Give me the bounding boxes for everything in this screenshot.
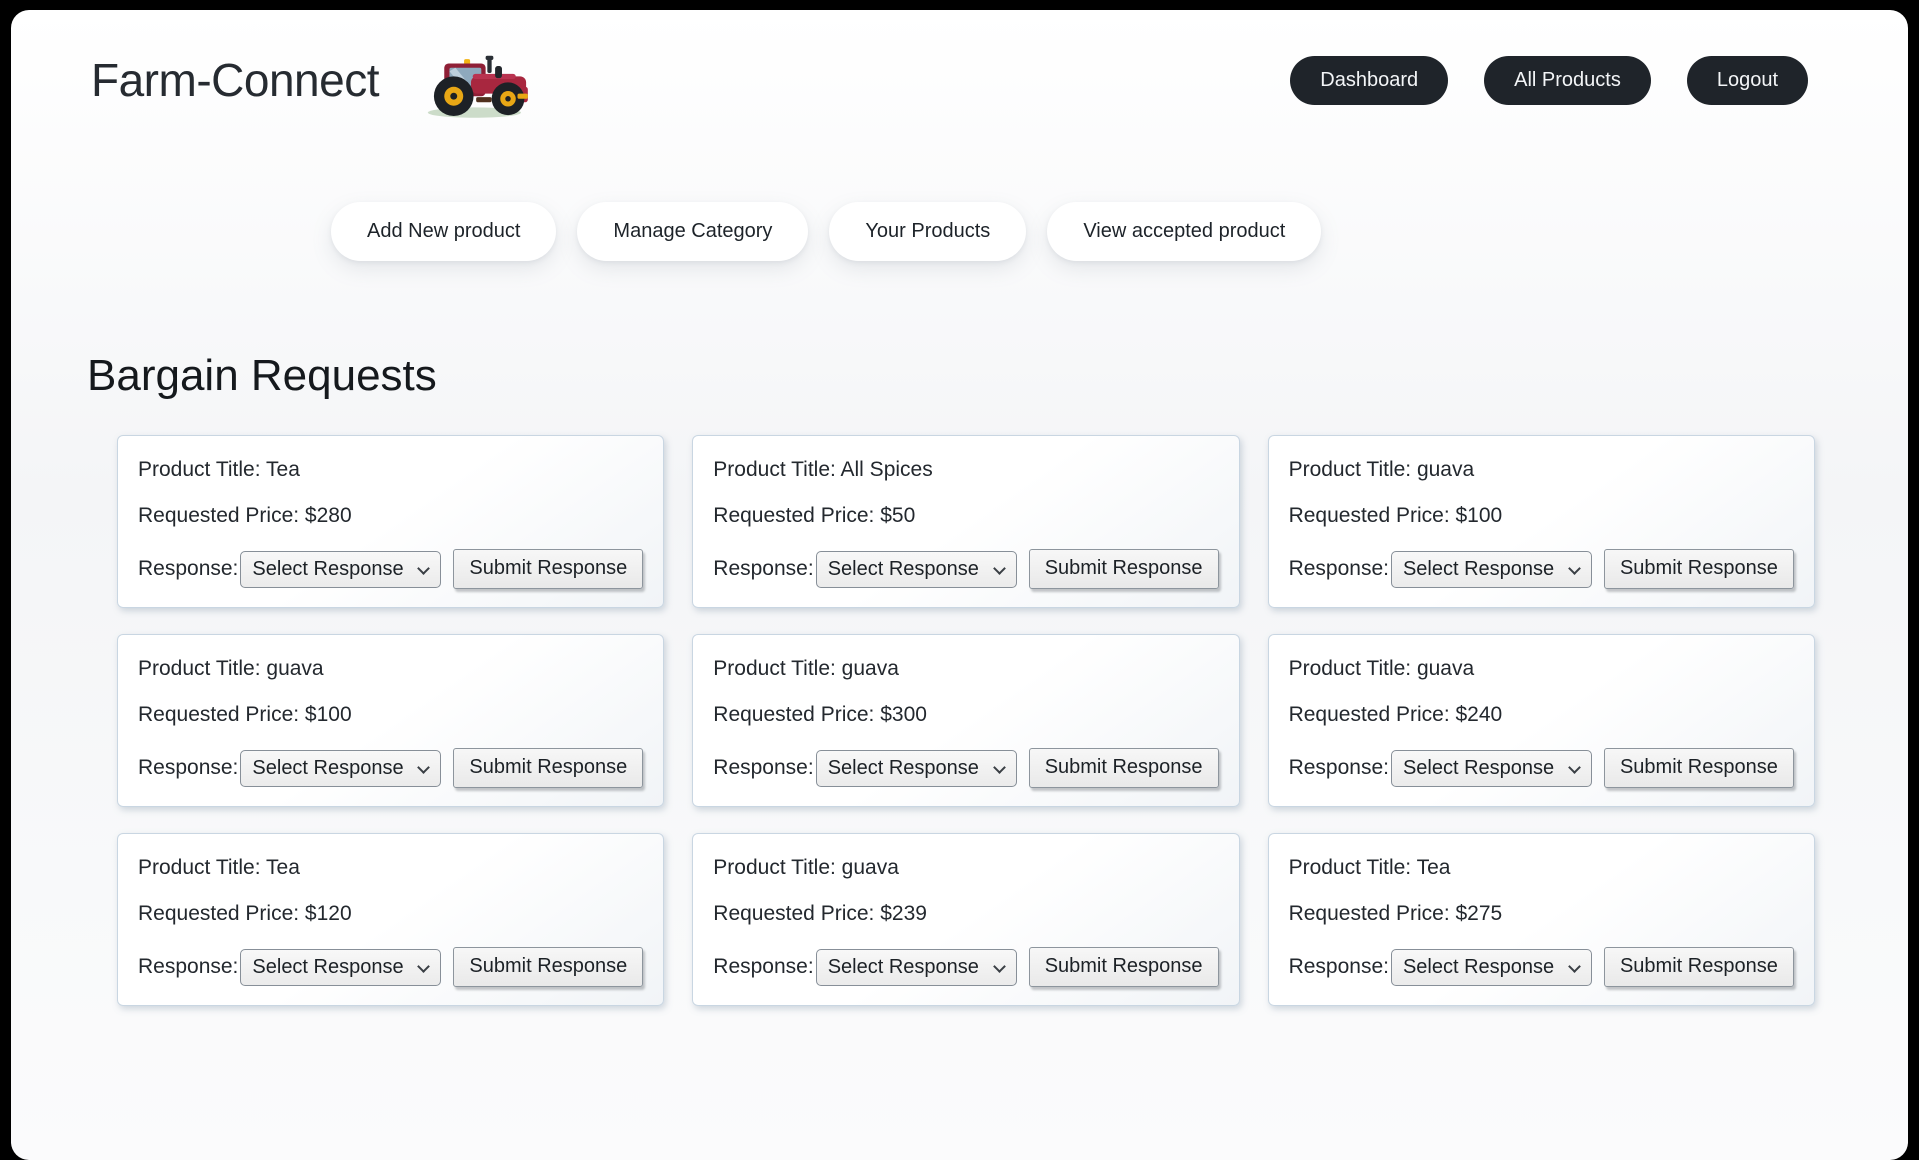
section-title: Bargain Requests (87, 351, 1908, 401)
response-select-wrap: Select Response (240, 949, 441, 986)
bargain-card: Product Title: All Spices Requested Pric… (692, 435, 1239, 608)
product-title: Product Title: guava (713, 856, 1218, 880)
response-select[interactable]: Select Response (816, 551, 1017, 588)
response-select[interactable]: Select Response (240, 750, 441, 787)
requested-price: Requested Price: $50 (713, 504, 1218, 528)
manage-category-button[interactable]: Manage Category (577, 202, 808, 261)
requested-price: Requested Price: $275 (1289, 902, 1794, 926)
response-select-wrap: Select Response (1391, 750, 1592, 787)
response-select-wrap: Select Response (816, 949, 1017, 986)
submit-response-button[interactable]: Submit Response (1604, 947, 1794, 987)
submit-response-button[interactable]: Submit Response (453, 947, 643, 987)
response-row: Response: Select Response Submit Respons… (713, 748, 1218, 788)
response-select[interactable]: Select Response (816, 949, 1017, 986)
top-nav: Dashboard All Products Logout (1290, 56, 1808, 105)
submit-response-button[interactable]: Submit Response (453, 549, 643, 589)
app-window: Farm-Connect (11, 10, 1908, 1160)
response-label: Response: (138, 955, 238, 979)
bargain-card: Product Title: guava Requested Price: $2… (692, 833, 1239, 1006)
tractor-icon (421, 44, 533, 120)
submit-response-button[interactable]: Submit Response (1029, 549, 1219, 589)
product-title: Product Title: guava (713, 657, 1218, 681)
requested-price: Requested Price: $240 (1289, 703, 1794, 727)
bargain-card: Product Title: Tea Requested Price: $275… (1268, 833, 1815, 1006)
nav-dashboard-button[interactable]: Dashboard (1290, 56, 1448, 105)
product-title: Product Title: Tea (138, 458, 643, 482)
response-select[interactable]: Select Response (1391, 551, 1592, 588)
requested-price: Requested Price: $120 (138, 902, 643, 926)
product-title: Product Title: guava (1289, 657, 1794, 681)
bargain-card: Product Title: Tea Requested Price: $120… (117, 833, 664, 1006)
response-row: Response: Select Response Submit Respons… (138, 549, 643, 589)
response-row: Response: Select Response Submit Respons… (713, 947, 1218, 987)
response-select-wrap: Select Response (1391, 551, 1592, 588)
view-accepted-product-button[interactable]: View accepted product (1047, 202, 1321, 261)
requested-price: Requested Price: $100 (138, 703, 643, 727)
response-select-wrap: Select Response (1391, 949, 1592, 986)
add-new-product-button[interactable]: Add New product (331, 202, 556, 261)
response-label: Response: (1289, 955, 1389, 979)
action-pills-row: Add New product Manage Category Your Pro… (331, 202, 1908, 261)
response-label: Response: (1289, 756, 1389, 780)
bargain-card: Product Title: guava Requested Price: $2… (1268, 634, 1815, 807)
response-select[interactable]: Select Response (1391, 949, 1592, 986)
product-title: Product Title: Tea (1289, 856, 1794, 880)
response-row: Response: Select Response Submit Respons… (1289, 549, 1794, 589)
bargain-card: Product Title: Tea Requested Price: $280… (117, 435, 664, 608)
response-row: Response: Select Response Submit Respons… (138, 947, 643, 987)
your-products-button[interactable]: Your Products (829, 202, 1026, 261)
response-select[interactable]: Select Response (816, 750, 1017, 787)
response-label: Response: (138, 756, 238, 780)
brand-title: Farm-Connect (91, 53, 379, 107)
product-title: Product Title: guava (1289, 458, 1794, 482)
response-label: Response: (138, 557, 238, 581)
response-row: Response: Select Response Submit Respons… (1289, 748, 1794, 788)
response-row: Response: Select Response Submit Respons… (138, 748, 643, 788)
response-select-wrap: Select Response (240, 551, 441, 588)
bargain-card: Product Title: guava Requested Price: $1… (1268, 435, 1815, 608)
response-select-wrap: Select Response (816, 750, 1017, 787)
response-row: Response: Select Response Submit Respons… (713, 549, 1218, 589)
response-select[interactable]: Select Response (240, 551, 441, 588)
submit-response-button[interactable]: Submit Response (1604, 748, 1794, 788)
response-select-wrap: Select Response (816, 551, 1017, 588)
requested-price: Requested Price: $239 (713, 902, 1218, 926)
response-select[interactable]: Select Response (1391, 750, 1592, 787)
response-label: Response: (713, 557, 813, 581)
requested-price: Requested Price: $280 (138, 504, 643, 528)
response-label: Response: (1289, 557, 1389, 581)
bargain-card: Product Title: guava Requested Price: $3… (692, 634, 1239, 807)
requested-price: Requested Price: $100 (1289, 504, 1794, 528)
submit-response-button[interactable]: Submit Response (1029, 748, 1219, 788)
response-select-wrap: Select Response (240, 750, 441, 787)
product-title: Product Title: Tea (138, 856, 643, 880)
response-label: Response: (713, 756, 813, 780)
product-title: Product Title: All Spices (713, 458, 1218, 482)
product-title: Product Title: guava (138, 657, 643, 681)
bargain-card: Product Title: guava Requested Price: $1… (117, 634, 664, 807)
submit-response-button[interactable]: Submit Response (1604, 549, 1794, 589)
submit-response-button[interactable]: Submit Response (453, 748, 643, 788)
nav-all-products-button[interactable]: All Products (1484, 56, 1651, 105)
header: Farm-Connect (11, 10, 1908, 120)
response-select[interactable]: Select Response (240, 949, 441, 986)
submit-response-button[interactable]: Submit Response (1029, 947, 1219, 987)
bargain-cards-grid: Product Title: Tea Requested Price: $280… (117, 435, 1735, 1006)
nav-logout-button[interactable]: Logout (1687, 56, 1808, 105)
response-label: Response: (713, 955, 813, 979)
requested-price: Requested Price: $300 (713, 703, 1218, 727)
response-row: Response: Select Response Submit Respons… (1289, 947, 1794, 987)
